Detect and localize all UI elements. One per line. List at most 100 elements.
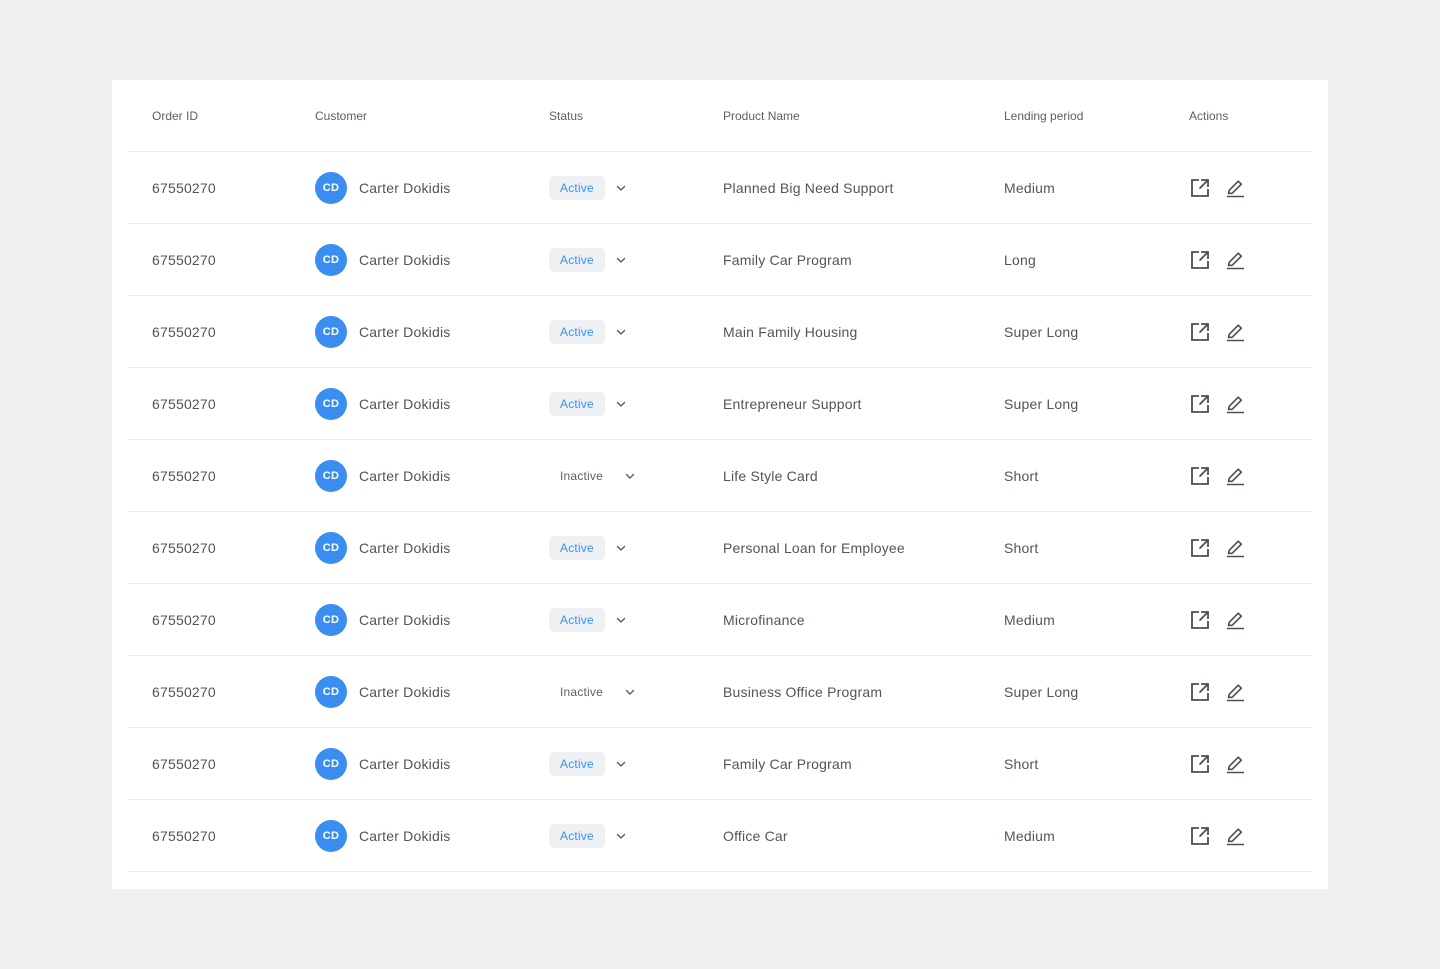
external-link-icon[interactable] bbox=[1189, 609, 1211, 631]
header-status: Status bbox=[549, 108, 584, 123]
order-id: 67550270 bbox=[152, 539, 216, 556]
orders-card: Order ID Customer Status Product Name Le… bbox=[112, 80, 1328, 889]
status-badge[interactable]: Active bbox=[549, 823, 605, 848]
order-id: 67550270 bbox=[152, 683, 216, 700]
chevron-down-icon[interactable] bbox=[615, 830, 627, 842]
lending-period: Super Long bbox=[1004, 395, 1079, 412]
order-id: 67550270 bbox=[152, 323, 216, 340]
pencil-icon[interactable] bbox=[1224, 393, 1246, 415]
status-badge[interactable]: Inactive bbox=[549, 679, 614, 704]
external-link-icon[interactable] bbox=[1189, 465, 1211, 487]
status-badge[interactable]: Active bbox=[549, 175, 605, 200]
external-link-icon[interactable] bbox=[1189, 825, 1211, 847]
table-row: 67550270 CD Carter Dokidis Active Office… bbox=[128, 800, 1312, 872]
product-name: Main Family Housing bbox=[723, 323, 858, 340]
pencil-icon[interactable] bbox=[1224, 177, 1246, 199]
actions-cell bbox=[1189, 224, 1246, 295]
external-link-icon[interactable] bbox=[1189, 537, 1211, 559]
external-link-icon[interactable] bbox=[1189, 753, 1211, 775]
external-link-icon[interactable] bbox=[1189, 393, 1211, 415]
chevron-down-icon[interactable] bbox=[615, 182, 627, 194]
pencil-icon[interactable] bbox=[1224, 465, 1246, 487]
pencil-icon[interactable] bbox=[1224, 681, 1246, 703]
header-lending-period: Lending period bbox=[1004, 108, 1084, 123]
customer-name: Carter Dokidis bbox=[359, 251, 451, 268]
avatar: CD bbox=[315, 675, 347, 708]
chevron-down-icon[interactable] bbox=[624, 470, 636, 482]
external-link-icon[interactable] bbox=[1189, 249, 1211, 271]
pencil-icon[interactable] bbox=[1224, 321, 1246, 343]
chevron-down-icon[interactable] bbox=[615, 398, 627, 410]
order-id: 67550270 bbox=[152, 611, 216, 628]
customer-name: Carter Dokidis bbox=[359, 539, 451, 556]
table-row: 67550270 CD Carter Dokidis Active Planne… bbox=[128, 152, 1312, 224]
actions-cell bbox=[1189, 656, 1246, 727]
status-badge[interactable]: Active bbox=[549, 607, 605, 632]
status-cell: Active bbox=[549, 512, 627, 583]
table-row: 67550270 CD Carter Dokidis Active Family… bbox=[128, 728, 1312, 800]
orders-table: Order ID Customer Status Product Name Le… bbox=[128, 80, 1312, 872]
pencil-icon[interactable] bbox=[1224, 249, 1246, 271]
customer-name: Carter Dokidis bbox=[359, 827, 451, 844]
table-row: 67550270 CD Carter Dokidis Active Family… bbox=[128, 224, 1312, 296]
status-cell: Active bbox=[549, 368, 627, 439]
chevron-down-icon[interactable] bbox=[624, 686, 636, 698]
lending-period: Short bbox=[1004, 755, 1039, 772]
customer-cell: CD Carter Dokidis bbox=[315, 656, 451, 727]
status-cell: Inactive bbox=[549, 656, 636, 727]
lending-period: Medium bbox=[1004, 827, 1055, 844]
external-link-icon[interactable] bbox=[1189, 681, 1211, 703]
avatar: CD bbox=[315, 387, 347, 420]
product-name: Microfinance bbox=[723, 611, 805, 628]
customer-name: Carter Dokidis bbox=[359, 179, 451, 196]
chevron-down-icon[interactable] bbox=[615, 614, 627, 626]
product-name: Planned Big Need Support bbox=[723, 179, 894, 196]
avatar: CD bbox=[315, 243, 347, 276]
table-row: 67550270 CD Carter Dokidis Inactive Life… bbox=[128, 440, 1312, 512]
customer-name: Carter Dokidis bbox=[359, 683, 451, 700]
customer-cell: CD Carter Dokidis bbox=[315, 296, 451, 367]
status-badge[interactable]: Active bbox=[549, 535, 605, 560]
status-badge[interactable]: Active bbox=[549, 391, 605, 416]
avatar: CD bbox=[315, 819, 347, 852]
status-badge[interactable]: Active bbox=[549, 751, 605, 776]
chevron-down-icon[interactable] bbox=[615, 542, 627, 554]
chevron-down-icon[interactable] bbox=[615, 254, 627, 266]
table-row: 67550270 CD Carter Dokidis Active Main F… bbox=[128, 296, 1312, 368]
pencil-icon[interactable] bbox=[1224, 753, 1246, 775]
order-id: 67550270 bbox=[152, 395, 216, 412]
customer-cell: CD Carter Dokidis bbox=[315, 584, 451, 655]
pencil-icon[interactable] bbox=[1224, 537, 1246, 559]
avatar: CD bbox=[315, 459, 347, 492]
external-link-icon[interactable] bbox=[1189, 177, 1211, 199]
status-cell: Active bbox=[549, 728, 627, 799]
chevron-down-icon[interactable] bbox=[615, 326, 627, 338]
status-badge[interactable]: Inactive bbox=[549, 463, 614, 488]
status-cell: Active bbox=[549, 152, 627, 223]
pencil-icon[interactable] bbox=[1224, 825, 1246, 847]
status-badge[interactable]: Active bbox=[549, 319, 605, 344]
customer-name: Carter Dokidis bbox=[359, 611, 451, 628]
chevron-down-icon[interactable] bbox=[615, 758, 627, 770]
table-body: 67550270 CD Carter Dokidis Active Planne… bbox=[128, 152, 1312, 872]
header-customer: Customer bbox=[315, 108, 368, 123]
table-row: 67550270 CD Carter Dokidis Active Microf… bbox=[128, 584, 1312, 656]
table-row: 67550270 CD Carter Dokidis Active Entrep… bbox=[128, 368, 1312, 440]
lending-period: Short bbox=[1004, 467, 1039, 484]
actions-cell bbox=[1189, 512, 1246, 583]
lending-period: Short bbox=[1004, 539, 1039, 556]
order-id: 67550270 bbox=[152, 251, 216, 268]
status-cell: Inactive bbox=[549, 440, 636, 511]
header-product-name: Product Name bbox=[723, 108, 800, 123]
status-cell: Active bbox=[549, 584, 627, 655]
customer-cell: CD Carter Dokidis bbox=[315, 440, 451, 511]
lending-period: Long bbox=[1004, 251, 1036, 268]
lending-period: Medium bbox=[1004, 611, 1055, 628]
actions-cell bbox=[1189, 440, 1246, 511]
status-badge[interactable]: Active bbox=[549, 247, 605, 272]
actions-cell bbox=[1189, 800, 1246, 871]
pencil-icon[interactable] bbox=[1224, 609, 1246, 631]
external-link-icon[interactable] bbox=[1189, 321, 1211, 343]
actions-cell bbox=[1189, 584, 1246, 655]
customer-name: Carter Dokidis bbox=[359, 755, 451, 772]
